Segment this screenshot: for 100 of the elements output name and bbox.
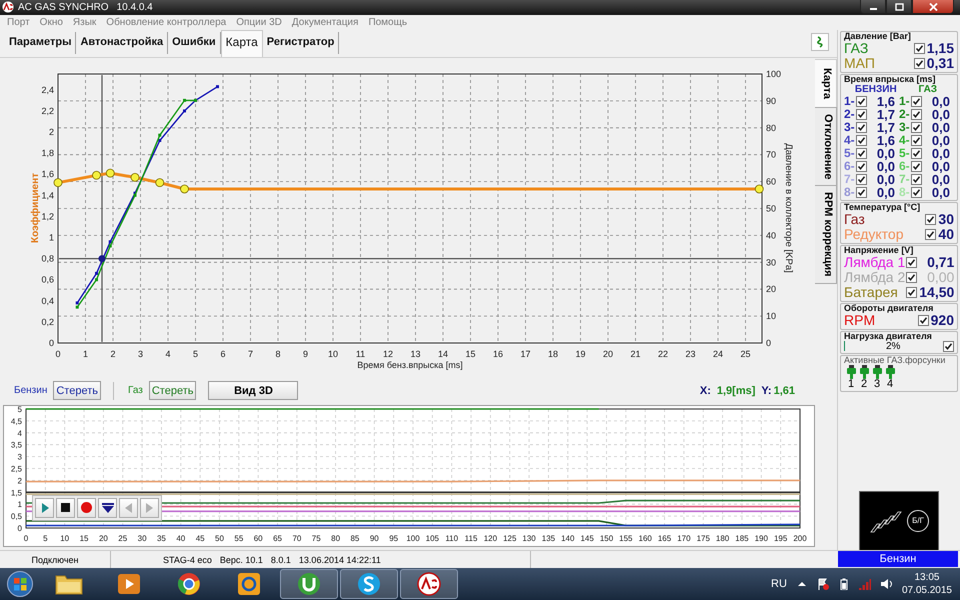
checkbox[interactable] — [943, 340, 954, 352]
x-tick-label: 125 — [503, 534, 516, 543]
build-date: 13.06.2014 14:22:11 — [298, 554, 381, 565]
data-point — [54, 178, 62, 187]
menu-item[interactable]: Окно — [34, 16, 68, 28]
ac-app-button[interactable] — [400, 569, 458, 600]
minimize-button[interactable] — [860, 0, 886, 14]
x-tick-label: 150 — [600, 534, 614, 543]
x-tick-label: 130 — [522, 534, 536, 543]
speaker-icon[interactable] — [880, 578, 893, 590]
maximize-button[interactable] — [886, 0, 912, 14]
x-tick-label: 5 — [193, 348, 198, 359]
stop-button[interactable] — [56, 498, 75, 518]
checkbox[interactable] — [856, 122, 867, 133]
checkbox[interactable] — [856, 96, 867, 107]
y-tick-label: 1,8 — [41, 148, 54, 158]
checkbox[interactable] — [914, 58, 925, 69]
close-button[interactable] — [912, 0, 954, 14]
injection-time: 0,0 — [930, 94, 951, 108]
sensor-label: ГАЗ — [844, 40, 868, 56]
y-tick-label: 50 — [766, 203, 776, 214]
x-tick-label: 15 — [466, 348, 476, 359]
torrent-app-button[interactable] — [280, 569, 338, 600]
clear-button[interactable]: Стереть — [148, 381, 196, 400]
checkbox[interactable] — [856, 134, 867, 146]
firmware-version: 8.0.1 — [270, 554, 291, 565]
battery-icon[interactable] — [838, 578, 850, 590]
sensor-label: RPM — [844, 312, 876, 328]
checkbox[interactable] — [911, 148, 922, 159]
y-tick-label: 20 — [766, 284, 776, 294]
data-point — [216, 84, 219, 88]
play-icon — [40, 502, 48, 513]
clear-button[interactable]: Стереть — [53, 381, 101, 400]
menu-item[interactable]: Обновление контроллера — [101, 16, 232, 28]
injection-time: 0,0 — [930, 134, 951, 147]
tab[interactable]: Регистратор — [262, 32, 340, 54]
injection-time: 1,7 — [876, 108, 896, 121]
x-tick-label: 5 — [43, 534, 48, 543]
checkbox[interactable] — [856, 186, 867, 198]
messenger-icon — [357, 572, 381, 596]
checkbox[interactable] — [906, 256, 918, 268]
y-tick-label: 2 — [48, 126, 54, 137]
menu-item[interactable]: Помощь — [363, 16, 412, 28]
menu-item[interactable]: Опции 3D — [231, 16, 287, 28]
x-tick-label: 65 — [273, 534, 282, 543]
checkbox[interactable] — [911, 160, 922, 172]
data-point — [180, 184, 189, 194]
checkbox[interactable] — [911, 122, 922, 133]
checkbox[interactable] — [918, 314, 929, 326]
marker-button[interactable] — [98, 498, 117, 518]
checkbox[interactable] — [911, 96, 922, 107]
checkbox[interactable] — [914, 42, 925, 54]
menu-item[interactable]: Язык — [68, 16, 102, 28]
data-point — [158, 133, 162, 136]
down-triangle-icon — [102, 502, 114, 513]
injector-number: 1 — [848, 378, 854, 390]
record-button[interactable] — [77, 498, 96, 518]
checkbox[interactable] — [925, 214, 936, 225]
y-value: 1,61 — [774, 384, 795, 397]
x-tick-label: 10 — [328, 348, 338, 359]
checkbox[interactable] — [925, 228, 936, 240]
checkbox[interactable] — [911, 108, 922, 120]
tab[interactable]: Автонастройка — [76, 32, 168, 54]
menu-item[interactable]: Порт — [2, 16, 35, 28]
group-title: Напряжение [V] — [844, 244, 914, 255]
side-tab[interactable]: Карта — [815, 58, 837, 108]
injector-index: 6- — [899, 160, 911, 173]
play-button[interactable] — [35, 498, 54, 518]
injection-time: 0,0 — [930, 160, 951, 173]
x-tick-label: 85 — [350, 534, 360, 543]
tab[interactable]: Параметры — [5, 32, 76, 54]
checkbox[interactable] — [911, 134, 922, 146]
x-tick-label: 17 — [520, 348, 530, 359]
squiggle-button[interactable] — [811, 32, 829, 51]
view-3d-button[interactable]: Вид 3D — [208, 381, 298, 400]
checkbox[interactable] — [856, 174, 867, 185]
y-tick-label: 0,2 — [41, 316, 54, 327]
checkbox[interactable] — [911, 174, 922, 185]
language-indicator[interactable]: RU — [771, 578, 787, 590]
sensor-value: 0,00 — [926, 270, 954, 285]
checkbox[interactable] — [906, 286, 918, 298]
clock-date[interactable]: 07.05.2015 — [902, 584, 952, 598]
flag-icon[interactable] — [816, 578, 829, 590]
window-title: AC GAS SYNCHRO — [18, 2, 109, 13]
checkbox[interactable] — [856, 108, 867, 120]
fuel-switch-button[interactable]: Б/Г — [907, 510, 929, 532]
y-tick-label: 80 — [766, 122, 776, 132]
clock-time[interactable]: 13:05 — [914, 571, 940, 584]
side-tab[interactable]: Отклонение — [815, 106, 837, 186]
checkbox[interactable] — [856, 160, 867, 172]
y-tick-label: 90 — [766, 96, 776, 106]
tab[interactable]: Карта — [220, 30, 263, 57]
checkbox[interactable] — [911, 186, 922, 198]
maximize-icon — [894, 2, 904, 11]
sensor-label: Батарея — [844, 284, 899, 300]
menu-item[interactable]: Документация — [286, 16, 364, 28]
injector-index: 1- — [844, 94, 856, 108]
side-tab[interactable]: RPM коррекция — [815, 185, 837, 284]
checkbox[interactable] — [856, 148, 867, 159]
messenger-app-button[interactable] — [340, 569, 398, 600]
